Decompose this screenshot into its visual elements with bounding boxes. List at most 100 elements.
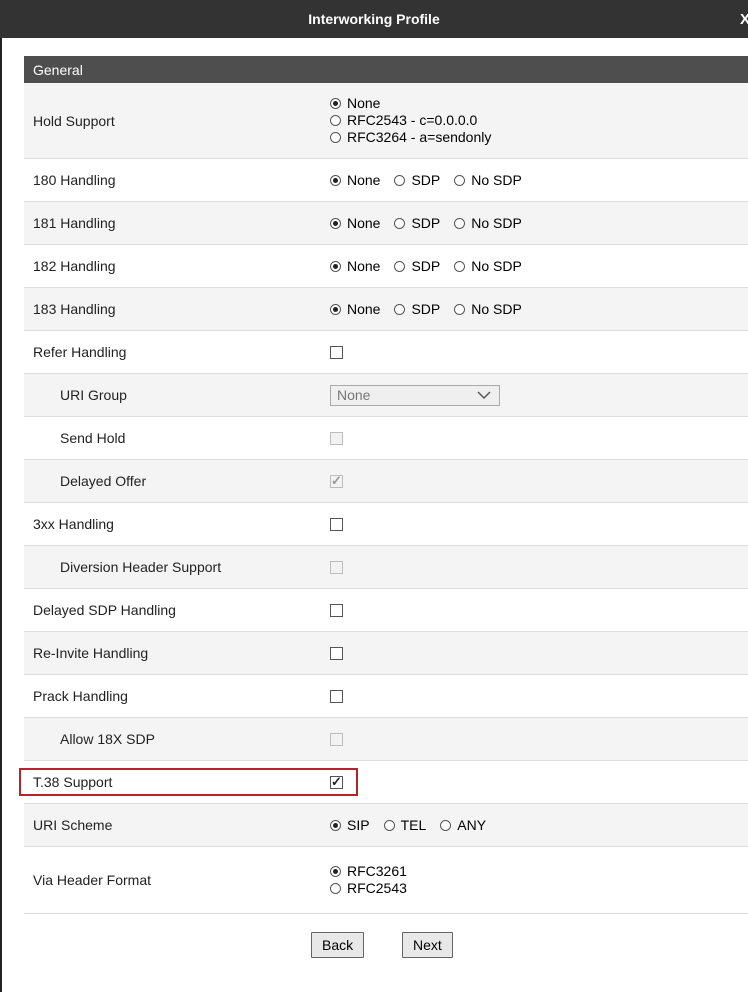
hold-support-option-rfc3264[interactable]: RFC3264 - a=sendonly [330,129,491,146]
profile-form: General Hold Support None RFC2543 - c=0.… [19,56,748,914]
refer-handling-control [330,345,343,359]
hold-support-option-rfc2543[interactable]: RFC2543 - c=0.0.0.0 [330,112,477,129]
diversion-header-checkbox[interactable] [330,560,343,574]
via-header-option-rfc3261[interactable]: RFC3261 [330,863,407,880]
radio-unselected[interactable] [383,819,395,831]
row-prack: Prack Handling [24,675,748,718]
delayed-offer-label: Delayed Offer [60,473,147,489]
check-icon: ✓ [331,472,342,488]
radio-selected[interactable] [330,866,341,877]
row-3xx-handling: 3xx Handling [24,503,748,546]
radio-unselected[interactable] [454,174,466,186]
row-t38-support: T.38 Support ✓ [19,761,748,804]
180-option-sdp[interactable]: SDP [394,172,440,189]
row-allow-18x-sdp: Allow 18X SDP [24,718,748,761]
delayed-offer-control: ✓ [330,472,343,488]
via-header-radio-group: RFC3261 RFC2543 [330,863,421,897]
uri-scheme-option-sip[interactable]: SIP [330,817,370,834]
uri-group-value: None [337,387,371,403]
180-handling-label: 180 Handling [33,172,116,188]
radio-selected[interactable] [330,174,341,186]
row-delayed-sdp: Delayed SDP Handling [24,589,748,632]
allow-18x-sdp-label: Allow 18X SDP [60,731,155,747]
check-icon: ✓ [331,773,342,789]
radio-selected[interactable] [330,98,341,109]
radio-unselected[interactable] [394,217,406,229]
row-180-handling: 180 Handling None SDP No SDP [24,159,748,202]
183-option-none[interactable]: None [330,301,380,318]
hold-support-label: Hold Support [33,112,115,129]
via-header-option-rfc2543[interactable]: RFC2543 [330,880,407,897]
radio-unselected[interactable] [394,260,406,272]
183-option-sdp[interactable]: SDP [394,301,440,318]
dialog-title: Interworking Profile [308,11,440,27]
close-icon[interactable]: X [740,11,748,28]
reinvite-control [330,646,343,660]
180-option-no-sdp[interactable]: No SDP [454,172,522,189]
radio-unselected[interactable] [394,303,406,315]
182-handling-radio-group: None SDP No SDP [330,258,536,275]
radio-unselected[interactable] [330,883,341,894]
uri-scheme-label: URI Scheme [33,817,113,833]
181-option-no-sdp[interactable]: No SDP [454,215,522,232]
row-hold-support: Hold Support None RFC2543 - c=0.0.0.0 RF… [24,83,748,159]
182-option-none[interactable]: None [330,258,380,275]
refer-handling-checkbox[interactable] [330,345,343,359]
radio-unselected[interactable] [440,819,452,831]
182-option-sdp[interactable]: SDP [394,258,440,275]
radio-unselected[interactable] [454,260,466,272]
radio-selected[interactable] [330,217,341,229]
reinvite-checkbox[interactable] [330,646,343,660]
181-option-sdp[interactable]: SDP [394,215,440,232]
3xx-handling-label: 3xx Handling [33,516,114,532]
dialog-footer: Back Next [24,924,748,992]
radio-unselected[interactable] [454,303,466,315]
radio-selected[interactable] [330,819,341,831]
radio-unselected[interactable] [330,132,341,143]
delayed-sdp-control [330,603,343,617]
row-uri-scheme: URI Scheme SIP TEL ANY [24,804,748,847]
send-hold-label: Send Hold [60,430,126,446]
allow-18x-sdp-checkbox[interactable] [330,732,343,746]
hold-support-option-none[interactable]: None [330,95,380,112]
diversion-header-label: Diversion Header Support [60,559,222,575]
delayed-sdp-checkbox[interactable] [330,603,343,617]
delayed-offer-checkbox[interactable]: ✓ [330,472,343,488]
183-option-no-sdp[interactable]: No SDP [454,301,522,318]
radio-selected[interactable] [330,303,341,315]
row-diversion-header: Diversion Header Support [24,546,748,589]
uri-scheme-radio-group: SIP TEL ANY [330,817,500,834]
prack-checkbox[interactable] [330,689,343,703]
uri-scheme-option-any[interactable]: ANY [440,817,486,834]
3xx-handling-control [330,517,343,531]
t38-support-control: ✓ [330,773,343,789]
row-reinvite: Re-Invite Handling [24,632,748,675]
back-button[interactable]: Back [311,932,365,958]
181-option-none[interactable]: None [330,215,380,232]
t38-support-checkbox[interactable]: ✓ [330,773,343,789]
send-hold-control [330,431,343,445]
prack-control [330,689,343,703]
radio-selected[interactable] [330,260,341,272]
t38-support-label: T.38 Support [33,774,113,790]
dialog-titlebar: Interworking Profile X [0,0,748,38]
prack-label: Prack Handling [33,688,128,704]
182-option-no-sdp[interactable]: No SDP [454,258,522,275]
chevron-down-icon [477,386,491,408]
uri-group-select[interactable]: None [330,384,500,408]
send-hold-checkbox[interactable] [330,431,343,445]
row-via-header-format: Via Header Format RFC3261 RFC2543 [24,847,748,914]
allow-18x-sdp-control [330,732,343,746]
181-handling-label: 181 Handling [33,215,116,231]
uri-group-label: URI Group [60,387,127,403]
180-option-none[interactable]: None [330,172,380,189]
row-delayed-offer: Delayed Offer ✓ [24,460,748,503]
3xx-handling-checkbox[interactable] [330,517,343,531]
uri-scheme-option-tel[interactable]: TEL [383,817,426,834]
radio-unselected[interactable] [394,174,406,186]
next-button[interactable]: Next [402,932,453,958]
radio-unselected[interactable] [454,217,466,229]
radio-unselected[interactable] [330,115,341,126]
row-refer-handling: Refer Handling [24,331,748,374]
181-handling-radio-group: None SDP No SDP [330,215,536,232]
